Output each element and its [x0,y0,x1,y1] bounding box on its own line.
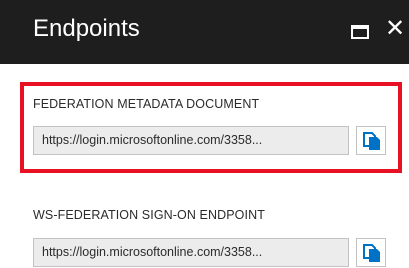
ws-federation-signon-url-field[interactable]: https://login.microsoftonline.com/3358..… [33,238,349,267]
panel-title: Endpoints [33,15,140,42]
maximize-icon[interactable] [351,25,369,39]
copy-federation-metadata-button[interactable] [356,126,386,155]
copy-icon [363,244,380,262]
copy-icon [363,132,380,150]
federation-metadata-label: FEDERATION METADATA DOCUMENT [33,97,260,111]
federation-metadata-url-field[interactable]: https://login.microsoftonline.com/3358..… [33,126,349,155]
panel-header: Endpoints ✕ [0,0,409,64]
ws-federation-signon-label: WS-FEDERATION SIGN-ON ENDPOINT [33,208,265,222]
close-icon[interactable]: ✕ [385,14,409,44]
copy-ws-federation-signon-button[interactable] [356,238,386,267]
